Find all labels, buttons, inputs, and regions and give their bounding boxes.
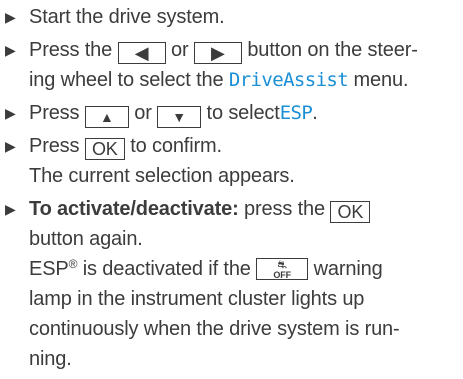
text-segment: to select: [206, 102, 280, 124]
step-text-line: To activate/deactivate: press the OK: [29, 194, 455, 224]
text-segment: Press: [29, 135, 80, 157]
step-heading: To activate/deactivate:: [29, 198, 239, 220]
text-segment: ESP: [29, 258, 69, 280]
text-segment: press the: [244, 198, 325, 220]
text-segment: .: [312, 102, 318, 124]
ok-key: OK: [84, 138, 125, 160]
step-text: ning.: [29, 348, 72, 370]
step-activate-deactivate: ▶ To activate/deactivate: press the OK b…: [5, 194, 455, 374]
text-segment: or: [134, 102, 152, 124]
text-segment: menu.: [353, 69, 409, 91]
step-text: lamp in the instrument cluster lights up: [29, 288, 365, 310]
text-segment: button on the steer-: [247, 39, 418, 61]
text-segment: is deactivated if the: [82, 258, 251, 280]
result-text: The current selection appears.: [29, 165, 295, 187]
text-segment: or: [170, 39, 189, 61]
step-text-line: Press the ◀ or ▶ button on the steer-: [29, 35, 455, 65]
step-text: continuously when the drive system is ru…: [29, 318, 400, 340]
menu-item-esp: ESP: [279, 102, 313, 124]
step-select-esp: ▶ Press ▲ or ▼ to selectESP.: [5, 98, 455, 128]
text-segment: to confirm.: [130, 135, 222, 157]
menu-name-driveassist: DriveAssist: [228, 69, 349, 91]
up-arrow-key: ▲: [84, 106, 129, 128]
step-arrow-icon: ▶: [5, 9, 16, 25]
step-arrow-icon: ▶: [5, 105, 16, 121]
text-segment: Press: [29, 102, 80, 124]
text-segment: warning: [313, 258, 383, 280]
step-arrow-icon: ▶: [5, 138, 16, 154]
step-arrow-icon: ▶: [5, 201, 16, 217]
instruction-page: ▶ Start the drive system. ▶ Press the ◀ …: [0, 0, 463, 379]
text-segment: Press the: [29, 39, 113, 61]
step-text-line: Press ▲ or ▼ to selectESP.: [29, 98, 455, 128]
esp-off-warning-lamp-icon: ⛐ OFF: [256, 258, 309, 280]
ok-key: OK: [330, 201, 371, 223]
step-text-line: Press OK to confirm.: [29, 131, 455, 161]
registered-mark: ®: [68, 257, 78, 271]
step-arrow-icon: ▶: [5, 42, 16, 58]
step-start-drive: ▶ Start the drive system.: [5, 2, 455, 32]
down-arrow-key: ▼: [157, 106, 202, 128]
text-segment: ing wheel to select the: [29, 69, 224, 91]
step-text: button again.: [29, 228, 143, 250]
right-arrow-key: ▶: [193, 42, 242, 64]
step-text: Start the drive system.: [29, 6, 225, 28]
step-select-menu: ▶ Press the ◀ or ▶ button on the steer- …: [5, 35, 455, 95]
left-arrow-key: ◀: [117, 42, 166, 64]
step-text-line: ing wheel to select the DriveAssist menu…: [29, 65, 455, 95]
step-confirm: ▶ Press OK to confirm. The current selec…: [5, 131, 455, 191]
step-text-line: ESP® is deactivated if the ⛐ OFF warning: [29, 254, 455, 284]
lamp-off-label: OFF: [273, 270, 291, 280]
